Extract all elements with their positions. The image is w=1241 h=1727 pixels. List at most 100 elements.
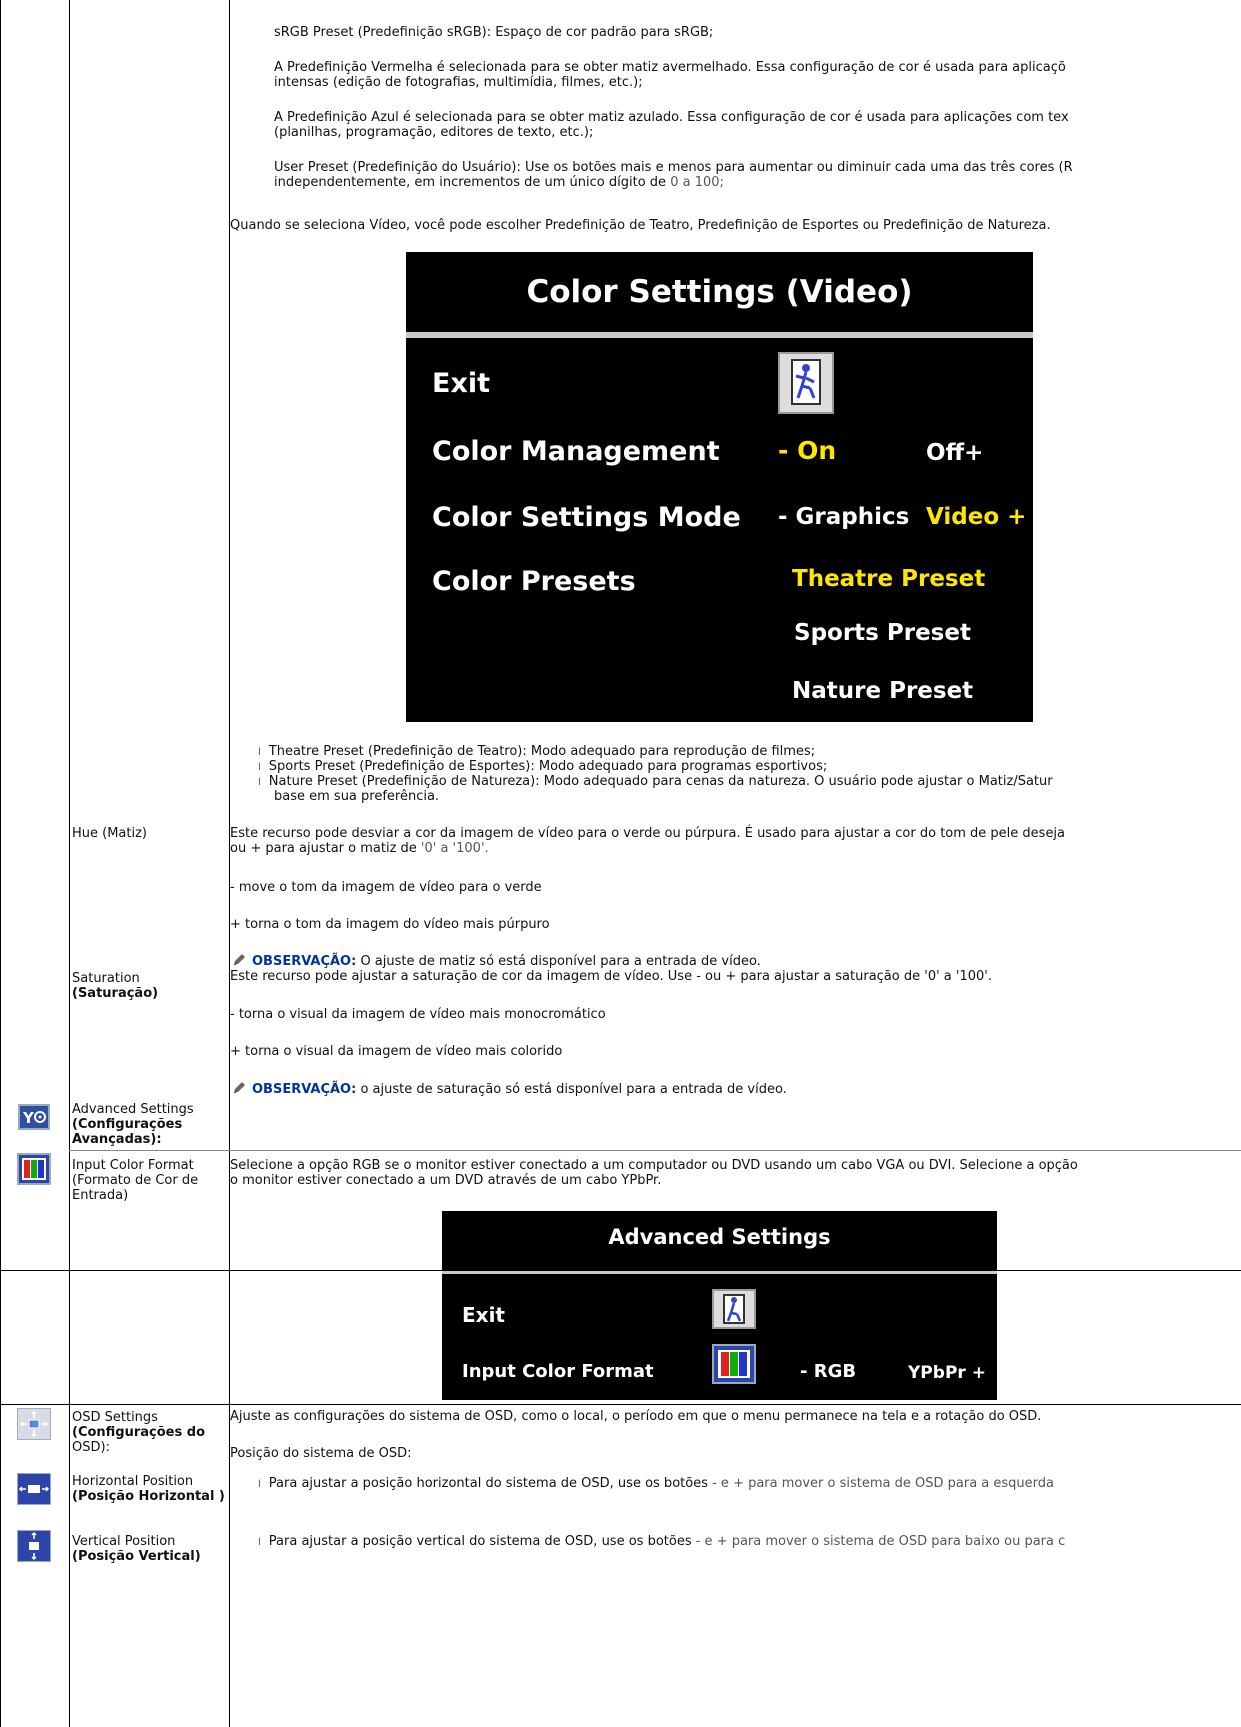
- horizontal-position-text-b: - e + para mover o sistema de OSD para a…: [712, 1476, 1055, 1491]
- saturation-label-2: (Saturação): [72, 986, 159, 1001]
- nature-preset-text: Nature Preset (Predefinição de Natureza)…: [268, 774, 1053, 789]
- nature-preset-text-2: base em sua preferência.: [274, 789, 440, 804]
- osd-nature-preset: Nature Preset: [792, 678, 974, 704]
- note-text: o ajuste de saturação só está disponível…: [356, 1082, 787, 1097]
- osd-title: Color Settings (Video): [526, 274, 913, 310]
- hue-minus-text: - move o tom da imagem de vídeo para o v…: [230, 880, 542, 895]
- osd-settings-icon: [17, 1408, 51, 1440]
- nature-preset-item: l Nature Preset (Predefinição de Natureza…: [258, 774, 1053, 790]
- blue-preset-text-1: A Predefinição Azul é selecionada para s…: [274, 110, 1069, 125]
- sports-preset-item: l Sports Preset (Predefinição de Esportes…: [258, 759, 827, 775]
- osd-color-settings-mode-label: Color Settings Mode: [432, 502, 741, 533]
- osd-advanced-title-separator: [442, 1271, 997, 1274]
- saturation-plus-text: + torna o visual da imagem de vídeo mais…: [230, 1044, 563, 1059]
- theatre-preset-item: l Theatre Preset (Predefinição de Teatro)…: [258, 744, 815, 760]
- input-color-format-icon: [17, 1153, 51, 1185]
- osd-position-intro: Posição do sistema de OSD:: [230, 1446, 412, 1461]
- input-color-format-label-2: (Formato de Cor de: [72, 1173, 199, 1188]
- saturation-label-1: Saturation: [72, 971, 140, 986]
- saturation-note: OBSERVAÇÃO: o ajuste de saturação só est…: [232, 1080, 787, 1097]
- osd-advanced-settings-screenshot: Advanced Settings Exit Input Color Forma…: [442, 1211, 997, 1400]
- hue-range: '0' a '100'.: [420, 841, 489, 856]
- osd-color-presets-label: Color Presets: [432, 566, 636, 597]
- vertical-position-text-a: Para ajustar a posição vertical do siste…: [268, 1534, 696, 1549]
- hue-plus-text: + torna o tom da imagem do vídeo mais pú…: [230, 917, 550, 932]
- osd-settings-desc: Ajuste as configurações do sistema de OS…: [230, 1409, 1042, 1424]
- vertical-position-text-b: - e + para mover o sistema de OSD para b…: [695, 1534, 1066, 1549]
- note-pencil-icon: [232, 952, 247, 967]
- hue-desc-1: Este recurso pode desviar a cor da image…: [230, 826, 1066, 841]
- row-divider-osd: [0, 1404, 1241, 1405]
- osd-theatre-preset: Theatre Preset: [792, 566, 986, 592]
- vertical-position-text: l Para ajustar a posição vertical do sist…: [258, 1534, 1065, 1550]
- srgb-preset-text: sRGB Preset (Predefinição sRGB): Espaço …: [274, 25, 714, 40]
- user-preset-text-1: User Preset (Predefinição do Usuário): U…: [274, 160, 1073, 175]
- note-pencil-icon: [232, 1080, 247, 1095]
- advanced-settings-label-2: (Configurações: [72, 1117, 183, 1132]
- note-label: OBSERVAÇÃO:: [252, 954, 357, 969]
- row-divider-input-color: [69, 1150, 1241, 1151]
- advanced-settings-label-1: Advanced Settings: [72, 1102, 194, 1117]
- red-preset-text-2: intensas (edição de fotografias, multimí…: [274, 75, 643, 90]
- input-color-format-label-1: Input Color Format: [72, 1158, 194, 1173]
- vertical-position-label-2: (Posição Vertical): [72, 1549, 201, 1564]
- bullet: l: [258, 762, 261, 773]
- osd-advanced-title: Advanced Settings: [608, 1225, 831, 1249]
- osd-color-settings-video-screenshot: Color Settings (Video) Exit Color Manage…: [406, 252, 1033, 722]
- table-border-left: [0, 0, 1, 1727]
- bullet: l: [258, 1479, 261, 1490]
- input-color-format-desc-2: o monitor estiver conectado a um DVD atr…: [230, 1173, 662, 1188]
- vertical-position-label-1: Vertical Position: [72, 1534, 176, 1549]
- advanced-settings-icon: Y: [18, 1104, 50, 1130]
- horizontal-position-label-1: Horizontal Position: [72, 1474, 194, 1489]
- osd-color-management-label: Color Management: [432, 436, 720, 467]
- osd-settings-label-1: OSD Settings: [72, 1410, 158, 1425]
- osd-sports-preset: Sports Preset: [794, 620, 971, 646]
- osd-advanced-input-color-format-label: Input Color Format: [462, 1361, 654, 1382]
- hue-desc-prefix: ou + para ajustar o matiz de: [230, 841, 421, 856]
- osd-csm-graphics: - Graphics: [778, 504, 910, 530]
- osd-advanced-exit-label: Exit: [462, 1303, 505, 1327]
- bullet: l: [258, 777, 261, 788]
- osd-cm-on: - On: [778, 436, 837, 465]
- user-preset-range: 0 a 100;: [670, 175, 724, 190]
- column-divider-icon: [69, 0, 70, 1727]
- input-color-format-label-3: Entrada): [72, 1188, 129, 1203]
- note-label: OBSERVAÇÃO:: [252, 1082, 357, 1097]
- osd-title-separator: [406, 332, 1033, 338]
- sports-preset-text: Sports Preset (Predefinição de Esportes)…: [268, 759, 828, 774]
- saturation-desc: Este recurso pode ajustar a saturação de…: [230, 969, 992, 984]
- input-color-format-desc-1: Selecione a opção RGB se o monitor estiv…: [230, 1158, 1078, 1173]
- osd-exit-label: Exit: [432, 368, 491, 399]
- osd-advanced-rgb: - RGB: [800, 1361, 857, 1382]
- bullet: l: [258, 747, 261, 758]
- osd-advanced-ypbpr: YPbPr +: [908, 1363, 986, 1383]
- osd-settings-label-2: (Configurações do: [72, 1425, 206, 1440]
- user-preset-text-2: independentemente, em incrementos de um …: [274, 175, 724, 190]
- column-divider-label: [229, 0, 230, 1727]
- osd-settings-label-3: OSD):: [72, 1440, 110, 1455]
- note-text: O ajuste de matiz só está disponível par…: [356, 954, 761, 969]
- red-preset-text-1: A Predefinição Vermelha é selecionada pa…: [274, 60, 1066, 75]
- vertical-position-icon: [17, 1530, 51, 1562]
- svg-text:Y: Y: [22, 1109, 35, 1127]
- hue-note: OBSERVAÇÃO: O ajuste de matiz só está di…: [232, 952, 761, 969]
- horizontal-position-text-a: Para ajustar a posição horizontal do sis…: [268, 1476, 713, 1491]
- hue-desc-2: ou + para ajustar o matiz de '0' a '100'…: [230, 841, 489, 856]
- user-preset-range-prefix: independentemente, em incrementos de um …: [274, 175, 671, 190]
- exit-icon: [712, 1289, 756, 1329]
- horizontal-position-label-2: (Posição Horizontal ): [72, 1489, 225, 1504]
- horizontal-position-text: l Para ajustar a posição horizontal do si…: [258, 1476, 1054, 1492]
- hue-label: Hue (Matiz): [72, 826, 148, 841]
- saturation-minus-text: - torna o visual da imagem de vídeo mais…: [230, 1007, 606, 1022]
- bullet: l: [258, 1537, 261, 1548]
- theatre-preset-text: Theatre Preset (Predefinição de Teatro):…: [268, 744, 816, 759]
- horizontal-position-icon: [17, 1473, 51, 1505]
- osd-csm-video: Video +: [926, 504, 1027, 530]
- input-color-format-icon: [712, 1344, 756, 1384]
- video-intro-text: Quando se seleciona Vídeo, você pode esc…: [230, 218, 1051, 233]
- blue-preset-text-2: (planilhas, programação, editores de tex…: [274, 125, 594, 140]
- advanced-settings-label-3: Avançadas):: [72, 1132, 162, 1147]
- exit-icon: [778, 352, 834, 414]
- osd-cm-off: Off+: [926, 440, 984, 466]
